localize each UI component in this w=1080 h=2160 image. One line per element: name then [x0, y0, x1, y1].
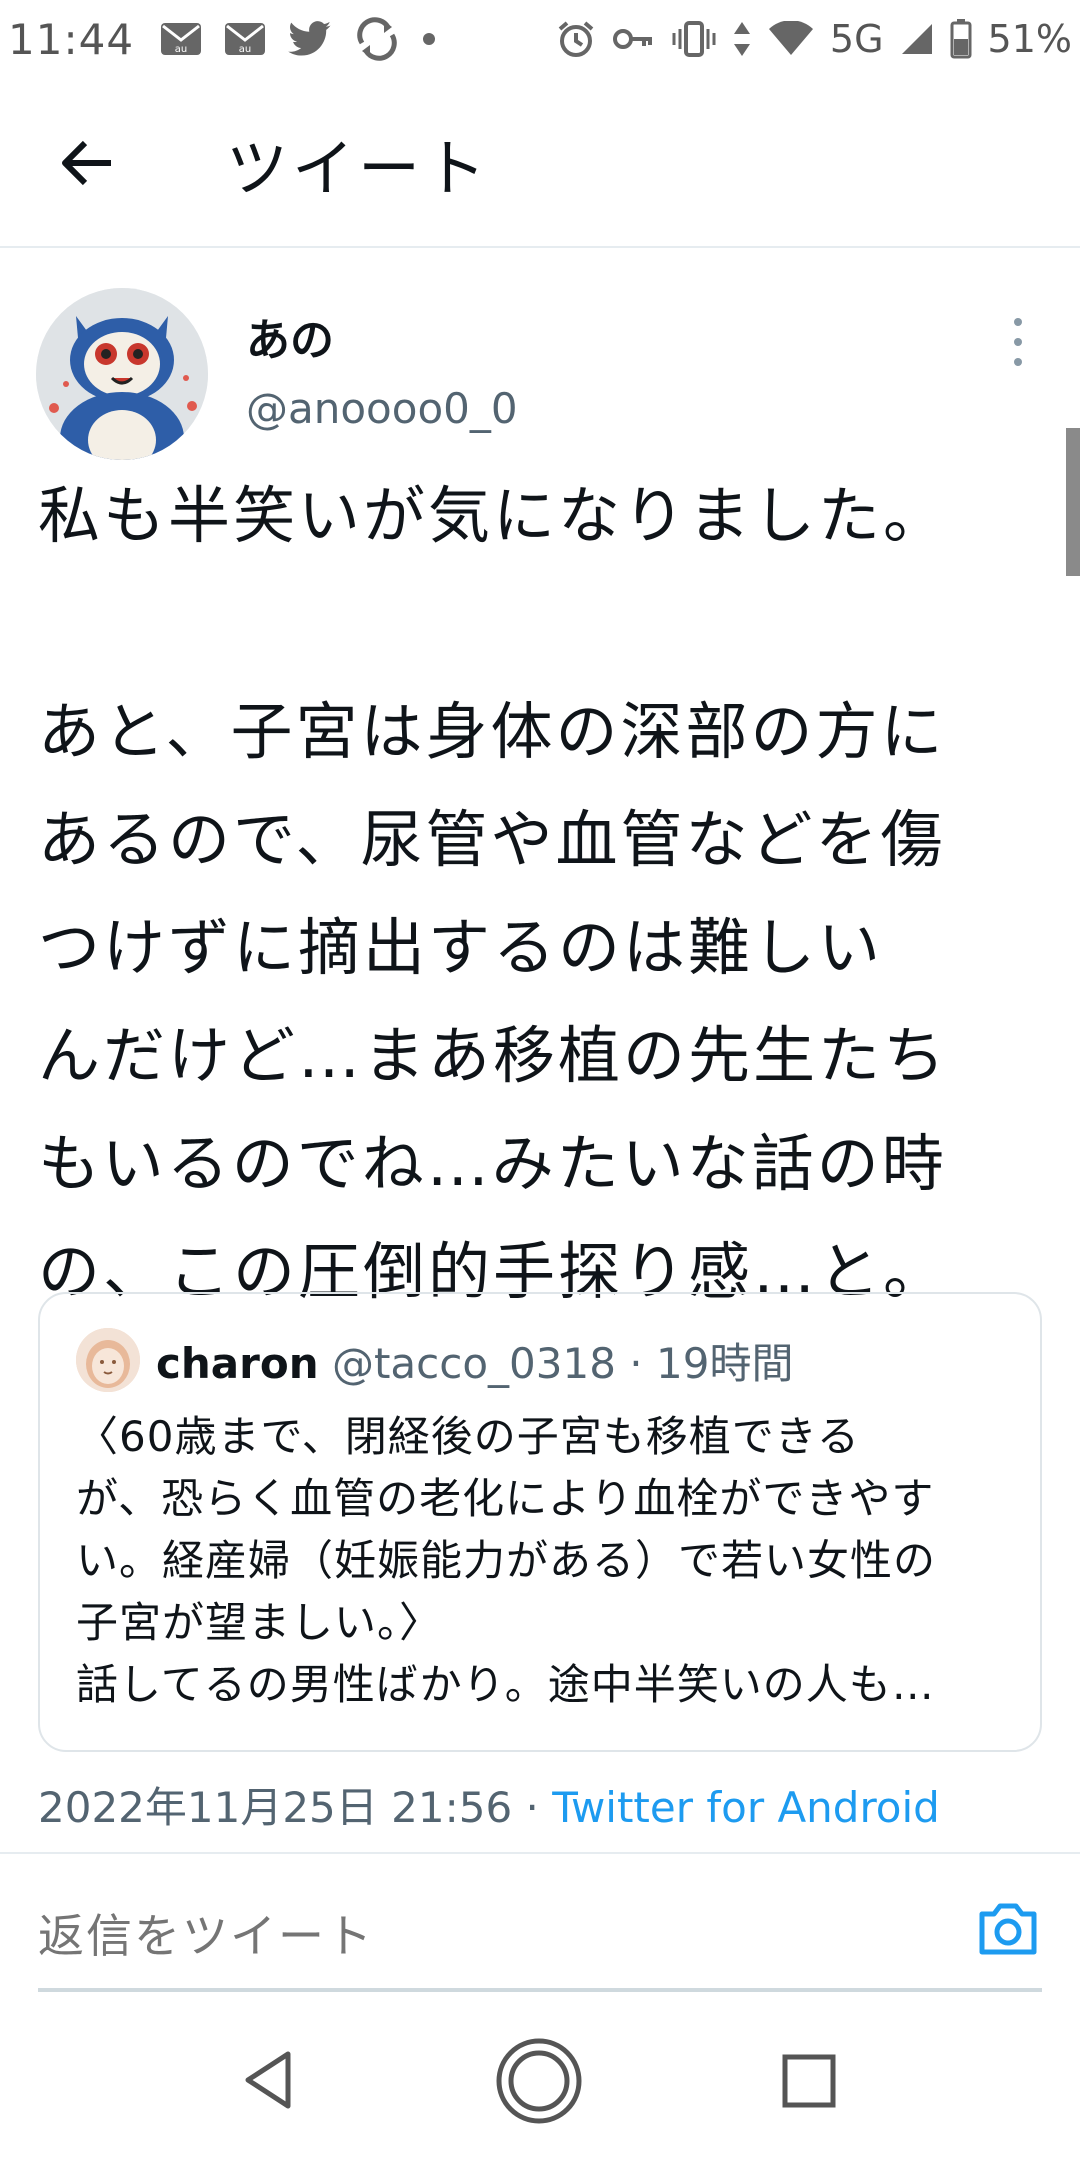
svg-text:au: au: [239, 44, 251, 55]
more-dot: [1014, 338, 1022, 346]
quoted-tweet-header: charon @tacco_0318 · 19時間: [156, 1330, 793, 1391]
twitter-icon: [288, 21, 332, 57]
quoted-separator: ·: [615, 1339, 657, 1388]
signal-icon: [900, 22, 934, 56]
author-name[interactable]: あの: [246, 304, 334, 368]
camera-button[interactable]: [968, 1894, 1048, 1964]
svg-text:au: au: [175, 44, 187, 55]
meta-separator: ·: [512, 1783, 553, 1832]
avatar-image: [36, 288, 208, 460]
battery-icon: [950, 19, 972, 59]
author-handle[interactable]: @anoooo0_0: [246, 384, 518, 433]
quoted-tweet-card[interactable]: charon @tacco_0318 · 19時間 〈60歳まで、閉経後の子宮も…: [38, 1292, 1042, 1752]
back-arrow-icon: [62, 140, 111, 186]
quoted-timestamp: 19時間: [656, 1339, 794, 1388]
status-time: 11:44: [8, 14, 135, 64]
quoted-author-avatar: [76, 1328, 140, 1392]
battery-level: 51%: [987, 17, 1072, 61]
triangle-back-icon: [245, 2051, 291, 2109]
tweet-source-link[interactable]: Twitter for Android: [552, 1783, 940, 1832]
scrollbar-thumb[interactable]: [1066, 428, 1080, 576]
dot-icon: [422, 32, 436, 46]
quoted-avatar-image: [76, 1328, 140, 1392]
top-app-bar: ツイート: [0, 78, 1080, 248]
au-mail-icon: au: [224, 22, 266, 56]
camera-icon: [979, 1903, 1037, 1955]
key-icon: [612, 24, 656, 54]
status-bar: 11:44 au au 5G 51%: [0, 0, 1080, 78]
tweet-timestamp: 2022年11月25日 21:56: [38, 1783, 513, 1832]
home-circle-icon: [496, 2038, 582, 2124]
notification-icons: au au: [160, 17, 436, 61]
alarm-icon: [556, 19, 596, 59]
vibrate-icon: [672, 21, 716, 57]
quoted-author-handle: @tacco_0318: [331, 1339, 616, 1388]
more-dot: [1014, 318, 1022, 326]
system-icons: 5G 51%: [556, 17, 1072, 61]
page-title: ツイート: [226, 132, 491, 205]
network-type: 5G: [829, 17, 884, 61]
reply-input[interactable]: [38, 1896, 898, 1976]
tweet-text: 私も半笑いが気になりました。 あと、子宮は身体の深部の方に あるので、尿管や血管…: [38, 479, 949, 1308]
reply-underline: [38, 1988, 1042, 1992]
more-options-button[interactable]: [998, 312, 1038, 372]
author-avatar[interactable]: [36, 288, 208, 460]
sync-icon: [354, 17, 400, 61]
more-dot: [1014, 358, 1022, 366]
tweet-meta: 2022年11月25日 21:56 · Twitter for Android: [38, 1774, 940, 1835]
au-mail-icon: au: [160, 22, 202, 56]
divider: [0, 1852, 1080, 1854]
system-navigation-bar: [0, 2000, 1080, 2160]
data-arrows-icon: [732, 20, 752, 58]
nav-back-button[interactable]: [228, 2040, 308, 2120]
square-recents-icon: [782, 2054, 836, 2108]
quoted-tweet-text: 〈60歳まで、閉経後の子宮も移植できる が、恐らく血管の老化により血栓ができやす…: [76, 1412, 937, 1709]
back-button[interactable]: [52, 128, 122, 198]
nav-home-button[interactable]: [494, 2036, 584, 2126]
nav-recents-button[interactable]: [772, 2044, 846, 2118]
quoted-author-name: charon: [156, 1339, 319, 1388]
wifi-icon: [768, 21, 814, 57]
